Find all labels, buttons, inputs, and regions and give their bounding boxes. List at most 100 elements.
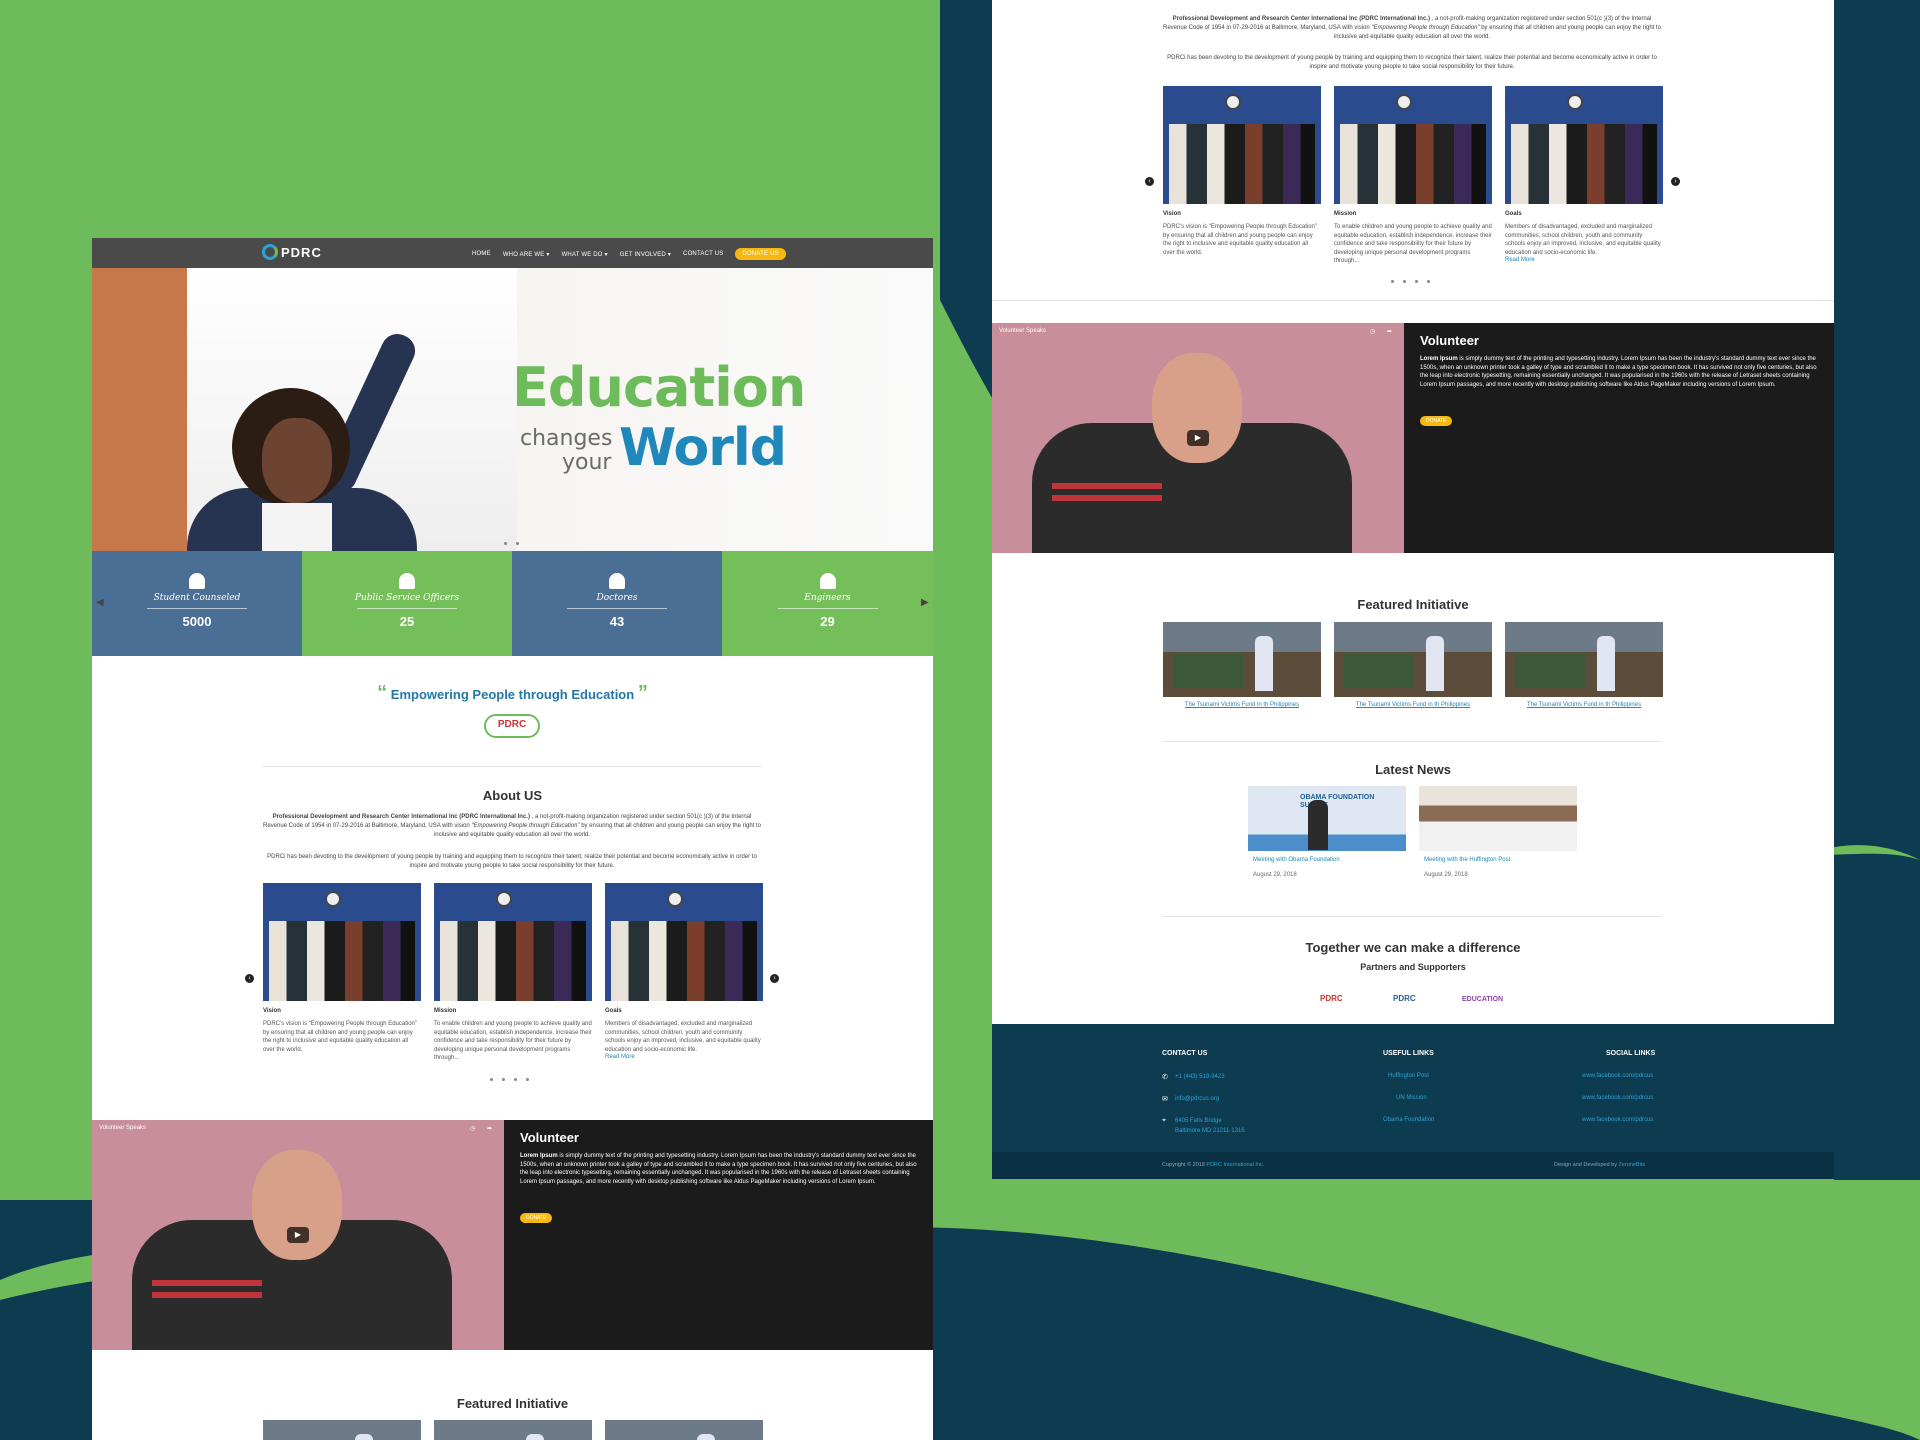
carousel-prev-icon[interactable]: ‹ <box>1145 177 1154 186</box>
volunteer-video[interactable]: Volunteer Speaks ▶ ◷ ➦ <box>992 323 1404 553</box>
nav-home[interactable]: HOME <box>472 251 491 257</box>
featured-link[interactable]: The Tsunami Victims Fund in th Philippin… <box>1505 702 1663 708</box>
news-link[interactable]: Meeting with the Huffington Post <box>1424 857 1510 863</box>
location-icon: ⌖ <box>1162 1117 1166 1124</box>
partner-logo[interactable]: PDRC <box>1393 994 1416 1003</box>
team-photo <box>1334 86 1492 204</box>
featured-image[interactable] <box>263 1420 421 1440</box>
footer-bottom-bar: Copyright © 2018 PDRC International Inc.… <box>992 1152 1834 1179</box>
stat-officers: Public Service Officers 25 <box>302 551 512 656</box>
featured-link[interactable]: The Tsunami Victims Fund in th Philippin… <box>1334 702 1492 708</box>
news-title: Latest News <box>1375 762 1451 777</box>
footer-useful-title: USEFUL LINKS <box>1383 1050 1434 1057</box>
nav-who-are-we[interactable]: WHO ARE WE ▾ <box>503 251 550 258</box>
partner-logo[interactable]: EDUCATION <box>1462 996 1503 1003</box>
designer-link[interactable]: ZeroneBits <box>1619 1162 1646 1168</box>
tagline-quote: “ Empowering People through Education ” <box>377 682 648 704</box>
card-mission: Mission To enable children and young peo… <box>434 883 592 1063</box>
clock-icon <box>1567 94 1583 110</box>
copyright: Copyright © 2018 PDRC International Inc. <box>1162 1162 1265 1168</box>
news-image-obama[interactable]: OBAMA FOUNDATION SUMMIT <box>1248 786 1406 851</box>
hero-slider: Education changes your World <box>92 268 933 551</box>
homepage-mockup-left: PDRC HOME WHO ARE WE ▾ WHAT WE DO ▾ GET … <box>92 238 933 1440</box>
graduate-icon <box>189 573 205 589</box>
stat-students: Student Counseled 5000 <box>92 551 302 656</box>
footer-address-line1: 6405 Falls Bridge <box>1175 1118 1222 1124</box>
volunteer-title: Volunteer <box>1420 333 1479 348</box>
officer-icon <box>399 573 415 589</box>
clock-icon <box>1396 94 1412 110</box>
share-icon[interactable]: ➦ <box>487 1125 492 1132</box>
card-goals: Goals Members of disadvantaged, excluded… <box>605 883 763 1060</box>
carousel-next-icon[interactable]: › <box>770 974 779 983</box>
card-goals: Goals Members of disadvantaged, excluded… <box>1505 86 1663 263</box>
volunteer-section: Volunteer Speaks ▶ ◷ ➦ Volunteer Lorem I… <box>992 323 1834 553</box>
social-link[interactable]: www.facebook.com/pdrcus <box>1582 1117 1653 1123</box>
news-date: August 29, 2018 <box>1253 872 1297 878</box>
phone-icon: ✆ <box>1162 1074 1168 1081</box>
hero-subtitle-changes: changes <box>520 426 613 451</box>
carousel-dots[interactable] <box>490 1078 529 1081</box>
video-title: Volunteer Speaks <box>999 328 1047 334</box>
featured-link[interactable]: The Tsunami Victims Fund in th Philippin… <box>1163 702 1321 708</box>
read-more-link[interactable]: Read More <box>605 1054 763 1060</box>
team-photo <box>605 883 763 1001</box>
team-photo <box>434 883 592 1001</box>
about-title: About US <box>482 788 543 803</box>
featured-image[interactable] <box>434 1420 592 1440</box>
read-more-link[interactable]: Read More <box>1505 257 1663 263</box>
share-icon[interactable]: ➦ <box>1387 328 1392 335</box>
video-title: Volunteer Speaks <box>99 1125 147 1131</box>
about-paragraph-1: Professional Development and Research Ce… <box>262 814 761 838</box>
useful-link[interactable]: UN Mission <box>1396 1095 1427 1101</box>
useful-link[interactable]: Huffington Post <box>1388 1073 1429 1079</box>
carousel-prev-icon[interactable]: ‹ <box>245 974 254 983</box>
hero-subtitle-your: your <box>562 450 612 475</box>
play-icon[interactable]: ▶ <box>1187 430 1209 446</box>
stat-engineers: Engineers 29 <box>722 551 933 656</box>
pdrc-badge-logo: PDRC <box>484 714 540 738</box>
partner-logo[interactable]: PDRC <box>1320 994 1343 1003</box>
nav-what-we-do[interactable]: WHAT WE DO ▾ <box>562 251 608 258</box>
stat-doctors: Doctores 43 <box>512 551 722 656</box>
mail-icon: ✉ <box>1162 1096 1168 1103</box>
stats-prev-arrow[interactable]: ◀ <box>96 597 104 608</box>
donate-us-button[interactable]: DONATE US <box>735 248 786 260</box>
featured-image[interactable] <box>1505 622 1663 697</box>
volunteer-video[interactable]: Volunteer Speaks ▶ ◷ ➦ <box>92 1120 504 1350</box>
news-image-huffington[interactable] <box>1419 786 1577 851</box>
featured-image[interactable] <box>1163 622 1321 697</box>
useful-link[interactable]: Obama Foundation <box>1383 1117 1434 1123</box>
nav-get-involved[interactable]: GET INVOLVED ▾ <box>620 251 671 258</box>
social-link[interactable]: www.facebook.com/pdrcus <box>1582 1095 1653 1101</box>
footer-email[interactable]: info@pdrcus.org <box>1175 1096 1219 1102</box>
team-photo <box>1505 86 1663 204</box>
about-paragraph-2: PDRCi has been devoting to the developme… <box>267 854 757 869</box>
stats-next-arrow[interactable]: ▶ <box>921 597 929 608</box>
stats-strip: Student Counseled 5000 Public Service Off… <box>92 551 933 656</box>
pdrc-logo[interactable]: PDRC <box>262 244 322 260</box>
slider-dots[interactable] <box>504 542 519 545</box>
featured-image[interactable] <box>605 1420 763 1440</box>
featured-image[interactable] <box>1334 622 1492 697</box>
logo-ring-icon <box>262 244 278 260</box>
carousel-dots[interactable] <box>1391 280 1430 283</box>
volunteer-donate-button[interactable]: DONATE <box>1420 416 1453 426</box>
play-icon[interactable]: ▶ <box>287 1227 309 1243</box>
doctor-icon <box>609 573 625 589</box>
carousel-next-icon[interactable]: › <box>1671 177 1680 186</box>
clock-icon[interactable]: ◷ <box>1370 328 1375 335</box>
volunteer-donate-button[interactable]: DONATE <box>520 1213 553 1223</box>
volunteer-text: Lorem Ipsum is simply dummy text of the … <box>1420 356 1817 388</box>
nav-contact-us[interactable]: CONTACT US <box>683 251 723 257</box>
news-link[interactable]: Meeting with Obama Foundation <box>1253 857 1340 863</box>
hero-world: World <box>619 418 787 478</box>
top-navbar: PDRC HOME WHO ARE WE ▾ WHAT WE DO ▾ GET … <box>92 238 933 268</box>
social-link[interactable]: www.facebook.com/pdrcus <box>1582 1073 1653 1079</box>
clock-icon <box>325 891 341 907</box>
clock-icon <box>667 891 683 907</box>
footer-phone[interactable]: +1 (443) 519-9423 <box>1175 1074 1225 1080</box>
clock-icon[interactable]: ◷ <box>470 1125 475 1132</box>
team-photo <box>263 883 421 1001</box>
footer: CONTACT US ✆ +1 (443) 519-9423 ✉ info@pd… <box>992 1024 1834 1179</box>
